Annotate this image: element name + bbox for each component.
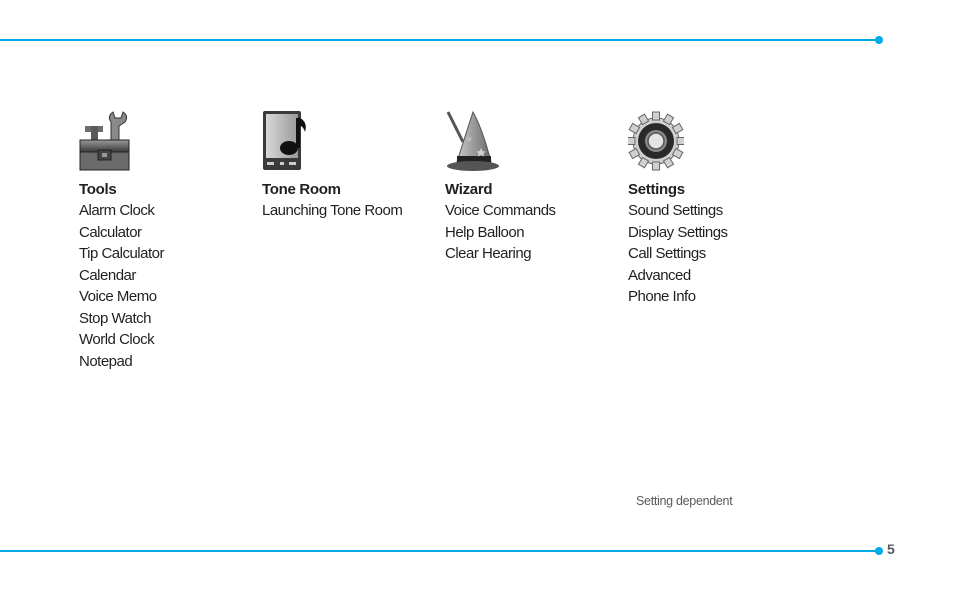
menu-item: Voice Commands: [445, 202, 556, 219]
menu-item: Help Balloon: [445, 223, 525, 241]
bottom-divider-dot: [875, 547, 883, 555]
menu-group-wizard: Wizard Voice Commands Help Balloon Clear…: [445, 110, 556, 265]
music-phone-icon: [263, 111, 306, 170]
menu-item: Calculator: [79, 223, 142, 241]
toolbox-icon: [79, 111, 130, 171]
menu-group-tools: Tools Alarm Clock Calculator Tip Calcula…: [79, 110, 164, 372]
menu-item: Call Settings: [628, 245, 706, 262]
page-number: 5: [887, 541, 895, 557]
menu-item: Voice Memo: [79, 288, 157, 305]
menu-item: Sound Settings: [628, 202, 723, 219]
group-title-settings: Settings: [628, 181, 685, 198]
menu-item: Display Settings: [628, 223, 728, 241]
menu-item: Phone Info: [628, 288, 696, 305]
gear-icon: [628, 111, 684, 171]
menu-item: Launching Tone Room: [262, 202, 403, 219]
footnote: Setting dependent: [636, 494, 733, 508]
menu-group-settings: Settings Sound Settings Display Settings…: [628, 110, 728, 308]
group-title-tone-room: Tone Room: [262, 181, 341, 198]
group-title-wizard: Wizard: [445, 181, 493, 198]
top-divider-dot: [875, 36, 883, 44]
menu-group-tone-room: Tone Room Launching Tone Room: [262, 110, 403, 222]
group-title-tools: Tools: [79, 181, 117, 198]
top-divider-line: [0, 39, 878, 41]
menu-item: World Clock: [79, 331, 155, 348]
wizard-hat-icon: [446, 110, 499, 171]
bottom-divider-line: [0, 550, 878, 552]
menu-item: Alarm Clock: [79, 202, 155, 219]
menu-item: Calendar: [79, 266, 136, 284]
menu-item: Notepad: [79, 352, 133, 370]
menu-item: Tip Calculator: [79, 245, 164, 262]
menu-item: Advanced: [628, 266, 691, 284]
menu-item: Clear Hearing: [445, 245, 532, 262]
menu-item: Stop Watch: [79, 309, 151, 327]
